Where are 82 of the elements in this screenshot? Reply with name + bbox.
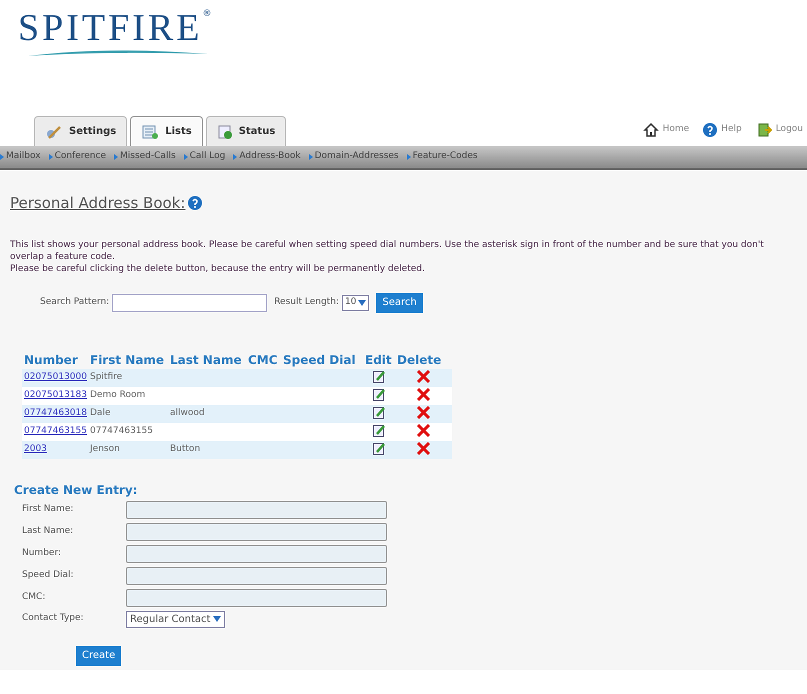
logo-text: SPITFIRE (18, 8, 202, 48)
length-select[interactable]: 10 (342, 294, 370, 310)
nav-link[interactable]: Missed-Calls (114, 150, 176, 164)
table-cell: Dale (90, 408, 110, 418)
nav-link[interactable]: Conference (48, 150, 106, 164)
tab[interactable]: Settings (34, 116, 128, 146)
delete-icon[interactable] (417, 370, 430, 384)
column-header: Delete (396, 352, 442, 368)
table-cell: Button (170, 444, 200, 454)
input-field[interactable] (126, 500, 387, 518)
field-label: Speed Dial: (22, 568, 75, 582)
delete-icon[interactable] (417, 406, 430, 420)
number-link[interactable]: 07747463155 (24, 426, 87, 436)
column-header: Speed Dial (282, 352, 357, 368)
dropdown-icon (358, 300, 366, 306)
edit-icon[interactable] (372, 388, 386, 402)
input-field[interactable] (126, 522, 387, 540)
tools-icon (45, 124, 63, 140)
status-icon (216, 124, 233, 140)
number-link[interactable]: 02075013183 (24, 390, 87, 400)
nav-link[interactable]: Mailbox (0, 150, 41, 164)
table-cell: Spitfire (90, 372, 122, 382)
tab[interactable]: Lists (130, 116, 203, 146)
search-label: Search Pattern: (40, 296, 110, 309)
input-field[interactable] (126, 544, 387, 562)
house-icon (642, 122, 659, 138)
table-cell: allwood (170, 408, 205, 418)
delete-icon[interactable] (417, 424, 430, 438)
edit-icon[interactable] (372, 406, 386, 420)
contact-type-select[interactable]: Regular Contact (126, 610, 226, 628)
table-cell: Demo Room (90, 390, 146, 400)
field-label: Number: (22, 546, 62, 560)
bullet-icon (406, 154, 411, 160)
field-label: First Name: (22, 502, 74, 516)
search-field[interactable] (112, 294, 268, 312)
search-button[interactable]: Search (376, 292, 423, 312)
help-icon (188, 196, 202, 210)
table-cell: 07747463155 (90, 426, 153, 436)
column-header: CMC (247, 352, 279, 368)
field-label: CMC: (22, 590, 46, 604)
page-heading: Personal Address Book: (10, 193, 186, 214)
bullet-icon (48, 154, 53, 160)
table-cell: Jenson (90, 444, 120, 454)
create-button[interactable]: Create (76, 646, 122, 666)
help-icon (703, 123, 718, 137)
bullet-icon (308, 154, 313, 160)
edit-icon[interactable] (372, 424, 386, 438)
nav-link[interactable]: Feature-Codes (406, 150, 478, 164)
door-icon (756, 122, 772, 138)
field-label: Last Name: (22, 524, 74, 538)
registered-mark: ® (202, 8, 212, 21)
top-link[interactable]: Help (703, 123, 742, 137)
column-header: Number (23, 352, 79, 368)
list-icon (141, 124, 160, 140)
edit-icon[interactable] (372, 442, 386, 456)
create-heading: Create New Entry: (14, 482, 138, 498)
input-field[interactable] (126, 588, 387, 606)
number-link[interactable]: 07747463018 (24, 408, 87, 418)
length-label: Result Length: (274, 296, 339, 309)
nav-link[interactable]: Call Log (184, 150, 226, 164)
number-link[interactable]: 2003 (24, 444, 47, 454)
delete-icon[interactable] (417, 388, 430, 402)
bullet-icon (114, 154, 118, 160)
dropdown-icon (213, 616, 222, 622)
bullet-icon (233, 154, 238, 160)
edit-icon[interactable] (372, 370, 386, 384)
intro-text: This list shows your personal address book. Please be careful when setting speed dial numbers. Use the asterisk sign in front of the number and be sure that you don't overlap a feature code. (10, 238, 765, 262)
nav-link[interactable]: Domain-Addresses (308, 150, 399, 164)
bullet-icon (0, 154, 4, 160)
tab[interactable]: Status (206, 116, 286, 146)
bullet-icon (184, 154, 188, 160)
input-field[interactable] (126, 566, 387, 584)
column-header: Edit (364, 352, 393, 368)
intro-text: Please be careful clicking the delete button, because the entry will be permanently deleted. (10, 262, 426, 274)
top-link[interactable]: Logou (756, 122, 803, 138)
nav-link[interactable]: Address-Book (233, 150, 301, 164)
field-label: Contact Type: (22, 612, 85, 626)
number-link[interactable]: 02075013000 (24, 372, 87, 382)
delete-icon[interactable] (417, 442, 430, 456)
column-header: Last Name (169, 352, 243, 368)
column-header: First Name (89, 352, 166, 368)
top-link[interactable]: Home (642, 122, 690, 138)
